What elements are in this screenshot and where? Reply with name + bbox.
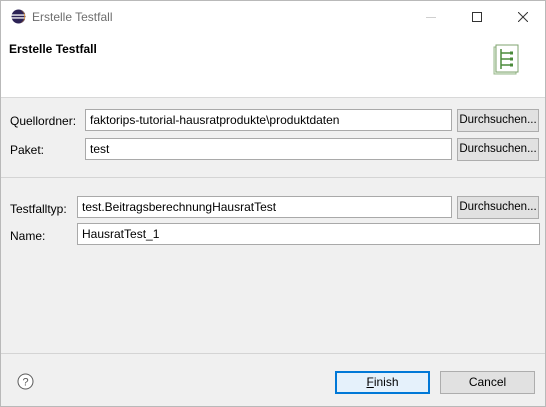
maximize-icon	[472, 11, 482, 22]
source-folder-field[interactable]: faktorips-tutorial-hausratprodukte\produ…	[85, 109, 452, 131]
source-folder-label: Quellordner:	[10, 114, 77, 128]
svg-text:?: ?	[22, 377, 28, 389]
help-icon[interactable]: ?	[17, 373, 34, 390]
window-title: Erstelle Testfall	[32, 10, 113, 24]
cancel-button[interactable]: Cancel	[440, 371, 535, 394]
minimize-icon	[426, 16, 436, 18]
testcase-wizard-icon	[491, 44, 521, 76]
name-label: Name:	[10, 229, 46, 243]
close-icon	[518, 11, 528, 22]
name-field[interactable]: HausratTest_1	[77, 223, 540, 245]
test-case-type-label: Testfalltyp:	[10, 202, 67, 216]
package-label: Paket:	[10, 143, 45, 157]
minimize-button[interactable]	[408, 1, 454, 32]
package-browse-button[interactable]: Durchsuchen...	[457, 138, 539, 161]
wizard-title: Erstelle Testfall	[9, 42, 97, 56]
footer-divider	[1, 353, 545, 354]
section-divider	[1, 177, 545, 178]
source-folder-browse-button[interactable]: Durchsuchen...	[457, 109, 539, 132]
test-case-type-field[interactable]: test.BeitragsberechnungHausratTest	[77, 196, 452, 218]
eclipse-icon	[11, 9, 26, 24]
maximize-button[interactable]	[454, 1, 500, 32]
title-bar[interactable]: Erstelle Testfall	[1, 1, 545, 32]
close-button[interactable]	[500, 1, 546, 32]
finish-button[interactable]: Finish	[335, 371, 430, 394]
test-case-type-browse-button[interactable]: Durchsuchen...	[457, 196, 539, 219]
wizard-header: Erstelle Testfall	[1, 32, 545, 98]
package-field[interactable]: test	[85, 138, 452, 160]
dialog-window: Erstelle Testfall Erstelle Testfall Quel…	[0, 0, 546, 407]
